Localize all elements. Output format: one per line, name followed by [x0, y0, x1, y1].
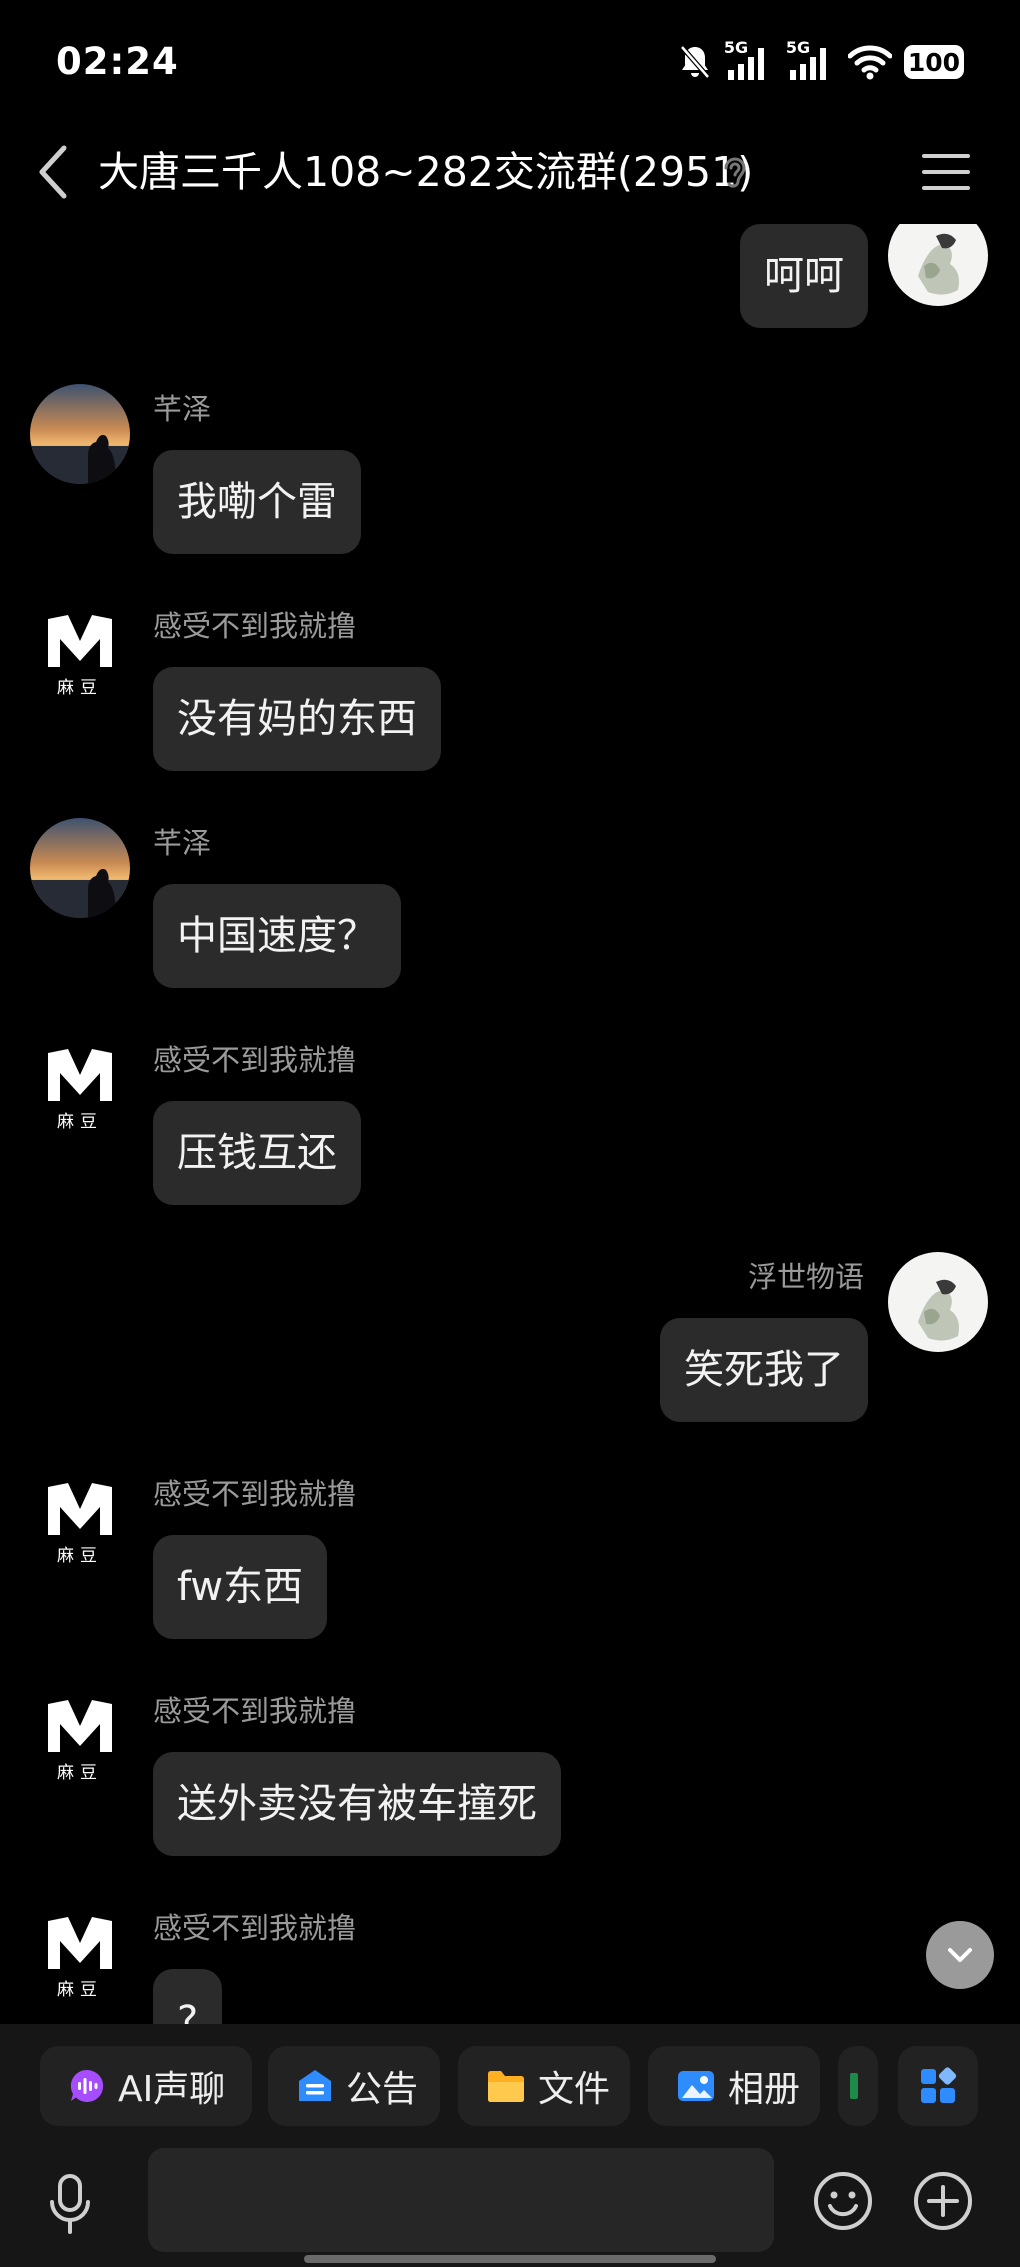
self-avatar[interactable] — [888, 1252, 988, 1352]
files-label: 文件 — [538, 2069, 611, 2110]
message-input[interactable] — [148, 2148, 774, 2252]
plus-circle-icon — [914, 2172, 972, 2230]
sender-name[interactable]: 芊泽 — [153, 820, 211, 862]
message-row: 芊泽中国速度？ — [0, 818, 1020, 1018]
battery-indicator: 100 — [903, 45, 964, 79]
message-row: 芊泽 我嘞个雷 — [0, 384, 1020, 584]
home-indicator[interactable] — [304, 2255, 716, 2263]
announcement-label: 公告 — [346, 2069, 419, 2110]
message-bubble[interactable]: 笑死我了 — [660, 1318, 868, 1422]
emoji-button[interactable] — [812, 2170, 874, 2232]
scroll-to-bottom-button[interactable] — [926, 1921, 994, 1989]
message-row: 麻豆 感受不到我就撸压钱互还 — [0, 1035, 1020, 1235]
message-bubble[interactable]: 呵呵 — [740, 224, 868, 328]
announcement-button[interactable]: 公告 — [268, 2046, 440, 2126]
sender-name[interactable]: 芊泽 — [153, 386, 211, 428]
madou-logo-label: 麻豆 — [57, 1763, 103, 1783]
album-label: 相册 — [728, 2069, 801, 2110]
quick-action-bar[interactable]: AI声聊 公告 文件 相册 — [40, 2046, 1020, 2130]
apps-grid-icon — [921, 2067, 957, 2103]
madou-logo-label: 麻豆 — [57, 678, 103, 698]
hamburger-menu-icon — [922, 154, 970, 190]
more-actions-button[interactable] — [912, 2170, 974, 2232]
microphone-icon — [50, 2174, 90, 2234]
ai-voice-chat-label: AI声聊 — [118, 2069, 226, 2110]
smiley-icon — [814, 2172, 872, 2230]
message-row: 麻豆 感受不到我就撸没有妈的东西 — [0, 601, 1020, 801]
madou-avatar[interactable]: 麻豆 — [30, 1903, 130, 2003]
madou-avatar[interactable]: 麻豆 — [30, 1686, 130, 1786]
message-row: 麻豆 感受不到我就撸送外卖没有被车撞死 — [0, 1686, 1020, 1886]
madou-avatar[interactable]: 麻豆 — [30, 1035, 130, 1135]
madou-avatar[interactable]: 麻豆 — [30, 1469, 130, 1569]
status-bar: 02:24 5G 5G 100 — [0, 0, 1020, 120]
madou-logo-label: 麻豆 — [57, 1112, 103, 1132]
input-row — [0, 2148, 1020, 2258]
madou-logo-label: 麻豆 — [57, 1546, 103, 1566]
sunset-avatar[interactable] — [30, 818, 130, 918]
message-row: 麻豆 感受不到我就撸? — [0, 1903, 1020, 2024]
message-bubble[interactable]: fw东西 — [153, 1535, 328, 1639]
ai-voice-icon — [70, 2069, 104, 2102]
chevron-left-icon — [39, 145, 67, 199]
chat-messages[interactable]: 呵呵 芊泽 我嘞个雷 麻豆 感受不到我就撸 没有妈的东西 芊泽 中国速度？ 麻豆 感受不到我就撸压… — [0, 224, 1020, 2024]
chevron-down-icon — [948, 1948, 972, 1962]
ear-icon[interactable] — [720, 152, 748, 194]
ai-voice-chat-button[interactable]: AI声聊 — [40, 2046, 252, 2126]
folder-icon — [488, 2071, 524, 2102]
signal-icon-2: 5G — [786, 38, 836, 82]
wifi-icon — [847, 44, 892, 80]
more-quick-action[interactable] — [838, 2046, 878, 2126]
status-icons: 5G 5G 100 — [678, 38, 964, 84]
sender-name[interactable]: 感受不到我就撸 — [153, 603, 356, 645]
message-row: 呵呵 — [0, 224, 1020, 406]
message-row: 浮世物语笑死我了 — [0, 1252, 1020, 1452]
sender-name[interactable]: 感受不到我就撸 — [153, 1471, 356, 1513]
menu-button[interactable] — [920, 146, 972, 198]
apps-button[interactable] — [898, 2046, 978, 2126]
sender-name[interactable]: 浮世物语 — [748, 1254, 864, 1296]
sender-name[interactable]: 感受不到我就撸 — [153, 1905, 356, 1947]
partial-app-icon — [850, 2073, 858, 2099]
chat-header: 大唐三千人108~282交流群(2951) — [0, 130, 1020, 214]
sunset-avatar[interactable] — [30, 384, 130, 484]
message-row: 麻豆 感受不到我就撸 fw东西 — [0, 1469, 1020, 1669]
sender-name[interactable]: 感受不到我就撸 — [153, 1688, 356, 1730]
status-time: 02:24 — [56, 40, 179, 83]
sender-name[interactable]: 感受不到我就撸 — [153, 1037, 356, 1079]
album-icon — [678, 2071, 714, 2101]
message-bubble[interactable]: 送外卖没有被车撞死 — [153, 1752, 561, 1856]
message-bubble[interactable]: 没有妈的东西 — [153, 667, 441, 771]
madou-logo-label: 麻豆 — [57, 1980, 103, 2000]
madou-avatar[interactable]: 麻豆 — [30, 601, 130, 701]
signal-icon: 5G — [724, 38, 774, 82]
chat-toolbar: AI声聊 公告 文件 相册 — [0, 2024, 1020, 2267]
mute-bell-icon — [678, 44, 712, 80]
album-button[interactable]: 相册 — [648, 2046, 820, 2126]
self-avatar[interactable] — [888, 224, 988, 306]
message-bubble[interactable]: 中国速度？ — [153, 884, 401, 988]
files-button[interactable]: 文件 — [458, 2046, 630, 2126]
announcement-icon — [299, 2070, 331, 2101]
back-button[interactable] — [34, 140, 74, 204]
message-bubble[interactable]: ? — [153, 1969, 223, 2024]
group-title[interactable]: 大唐三千人108~282交流群(2951) — [98, 144, 753, 200]
voice-input-button[interactable] — [44, 2172, 96, 2236]
message-bubble[interactable]: 压钱互还 — [153, 1101, 361, 1205]
message-bubble[interactable]: 我嘞个雷 — [153, 450, 361, 554]
